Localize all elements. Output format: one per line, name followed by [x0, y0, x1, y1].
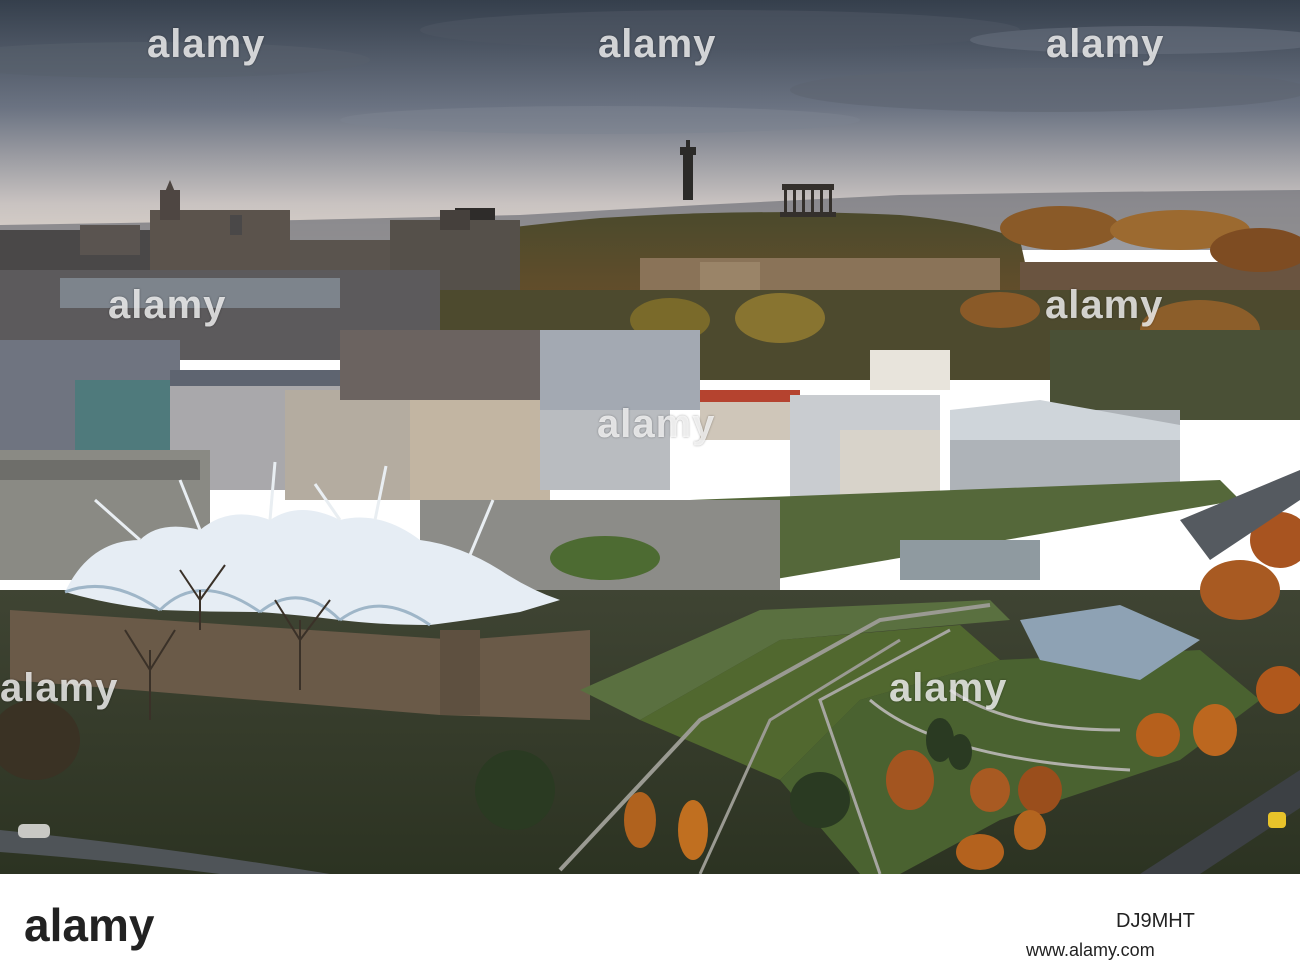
footer-bar: alamy DJ9MHT www.alamy.com — [0, 874, 1300, 964]
watermark: alamy — [108, 283, 227, 327]
image-id: DJ9MHT — [1116, 910, 1195, 932]
site-url: www.alamy.com — [1026, 940, 1155, 960]
alamy-logo: alamy — [24, 899, 155, 951]
watermark: alamy — [1046, 22, 1165, 66]
car-right — [1268, 812, 1286, 828]
old-calton-cemetery — [1050, 330, 1300, 420]
watermark: alamy — [597, 402, 716, 446]
watermark: alamy — [598, 22, 717, 66]
watermark: alamy — [147, 22, 266, 66]
watermark: alamy — [0, 666, 119, 710]
photograph: alamy alamy alamy alamy alamy alamy alam… — [0, 0, 1300, 874]
car-left — [18, 824, 50, 838]
watermark: alamy — [889, 666, 1008, 710]
roundabout-lawn — [550, 536, 660, 580]
watermark: alamy — [1045, 283, 1164, 327]
